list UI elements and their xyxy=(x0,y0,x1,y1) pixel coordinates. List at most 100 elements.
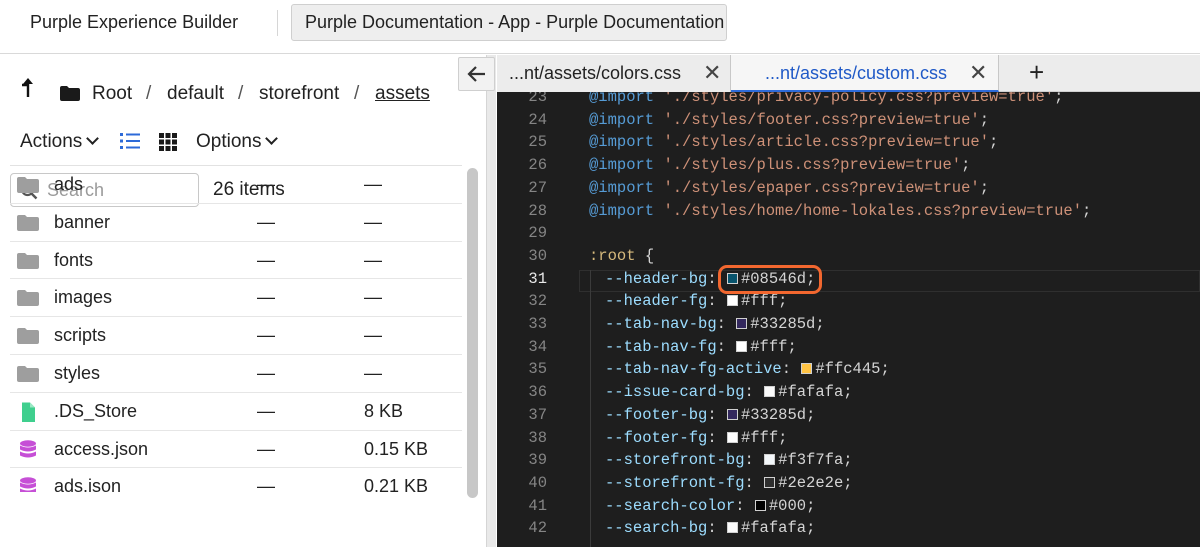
color-swatch[interactable] xyxy=(726,295,738,307)
list-item[interactable]: fonts — — xyxy=(10,242,462,280)
folder-icon xyxy=(17,252,39,269)
code-text: --footer-bg: #33285d; xyxy=(605,405,816,424)
list-item[interactable]: banner — — xyxy=(10,204,462,242)
color-swatch[interactable] xyxy=(764,454,776,466)
line-number: 40 xyxy=(528,473,547,492)
item-size: — xyxy=(364,325,382,346)
code-line: 38 --footer-fg: #fff; xyxy=(497,429,1200,452)
code-text: --search-bg: #fafafa; xyxy=(605,519,816,538)
code-line: 41 --search-color: #000; xyxy=(497,497,1200,520)
close-icon[interactable]: ✕ xyxy=(703,55,721,91)
line-number: 38 xyxy=(528,428,547,447)
annotation-highlight xyxy=(718,265,822,294)
color-swatch[interactable] xyxy=(801,363,813,375)
code-line: 32 --header-fg: #fff; xyxy=(497,292,1200,315)
list-item[interactable]: access.json — 0.15 KB xyxy=(10,431,462,469)
item-modified: — xyxy=(257,438,275,459)
chevron-down-icon xyxy=(86,132,100,145)
close-icon[interactable]: ✕ xyxy=(969,55,987,91)
file-list: ads — — banner — — fonts — — images — — scripts — — sty… xyxy=(10,165,462,492)
breadcrumb-root[interactable]: Root xyxy=(92,83,132,105)
color-swatch[interactable] xyxy=(736,340,748,352)
code-text: @import './styles/plus.css?preview=true'… xyxy=(589,156,971,175)
tab-label: ...nt/assets/custom.css xyxy=(765,63,948,83)
list-item[interactable]: ads — — xyxy=(10,166,462,204)
line-number: 23 xyxy=(528,92,547,106)
pane-splitter[interactable] xyxy=(486,55,496,547)
list-item[interactable]: images — — xyxy=(10,279,462,318)
line-number: 41 xyxy=(528,496,547,515)
item-modified: — xyxy=(257,287,275,308)
item-name: fonts xyxy=(54,249,94,270)
options-menu[interactable]: Options xyxy=(196,131,279,153)
folder-icon xyxy=(17,328,39,345)
code-line: 27 @import './styles/epaper.css?preview=t… xyxy=(497,179,1200,202)
line-number: 24 xyxy=(528,110,547,129)
color-swatch[interactable] xyxy=(754,499,766,511)
item-size: 0.21 KB xyxy=(364,476,429,492)
tab-custom-css[interactable]: ...nt/assets/custom.css ✕ xyxy=(731,55,999,92)
code-line: 34 --tab-nav-fg: #fff; xyxy=(497,338,1200,361)
breadcrumb-assets[interactable]: assets xyxy=(375,83,430,105)
code-line: 33 --tab-nav-bg: #33285d; xyxy=(497,315,1200,338)
breadcrumb-default[interactable]: default xyxy=(167,83,224,105)
top-divider xyxy=(277,10,278,36)
color-swatch[interactable] xyxy=(764,476,776,488)
code-line: 39 --storefront-bg: #f3f7fa; xyxy=(497,451,1200,474)
code-line: 37 --footer-bg: #33285d; xyxy=(497,406,1200,429)
code-text: --issue-card-bg: #fafafa; xyxy=(605,383,853,402)
line-number: 31 xyxy=(528,269,547,288)
item-name: ads.json xyxy=(54,476,122,492)
line-number: 28 xyxy=(528,201,547,220)
new-tab-button[interactable]: + xyxy=(1029,55,1044,89)
line-number: 33 xyxy=(528,315,547,333)
breadcrumb-separator: / xyxy=(238,83,244,104)
folder-icon xyxy=(17,214,39,231)
code-line: 23 @import './styles/privacy-policy.css?p… xyxy=(497,92,1200,111)
item-size: — xyxy=(364,174,382,194)
line-number: 29 xyxy=(528,224,547,243)
list-item[interactable]: ads.json — 0.21 KB xyxy=(10,468,462,492)
list-item[interactable]: scripts — — xyxy=(10,317,462,355)
code-line: 26 @import './styles/plus.css?preview=tru… xyxy=(497,156,1200,179)
color-swatch[interactable] xyxy=(726,522,738,534)
list-item[interactable]: .DS_Store — 8 KB xyxy=(10,393,462,431)
file-icon xyxy=(22,402,35,422)
color-swatch[interactable] xyxy=(726,408,738,420)
item-name: scripts xyxy=(54,325,107,346)
collapse-pane-button[interactable] xyxy=(458,57,495,91)
code-text: --storefront-fg: #2e2e2e; xyxy=(605,473,853,492)
item-modified: — xyxy=(257,249,275,270)
item-size: 8 KB xyxy=(364,400,404,421)
code-editor[interactable]: 23 @import './styles/privacy-policy.css?p… xyxy=(497,92,1200,547)
code-line: 42 --search-bg: #fafafa; xyxy=(497,519,1200,542)
up-directory-icon[interactable] xyxy=(20,76,36,98)
tab-colors-css[interactable]: ...nt/assets/colors.css ✕ xyxy=(497,55,731,92)
grid-view-icon[interactable] xyxy=(159,133,177,151)
breadcrumb-storefront[interactable]: storefront xyxy=(259,83,339,105)
color-swatch[interactable] xyxy=(736,318,748,329)
line-number: 34 xyxy=(528,337,547,356)
folder-icon xyxy=(17,177,39,193)
arrow-left-icon xyxy=(467,66,485,82)
item-size: — xyxy=(364,249,382,270)
color-swatch[interactable] xyxy=(764,386,776,398)
color-swatch[interactable] xyxy=(726,431,738,443)
code-text: @import './styles/epaper.css?preview=tru… xyxy=(589,178,990,197)
item-size: 0.15 KB xyxy=(364,438,429,459)
code-text: --tab-nav-fg: #fff; xyxy=(605,337,797,356)
item-name: ads xyxy=(54,174,84,194)
tab-label: ...nt/assets/colors.css xyxy=(509,63,682,83)
code-line: 36 --issue-card-bg: #fafafa; xyxy=(497,383,1200,406)
code-text: --tab-nav-bg: #33285d; xyxy=(605,315,825,333)
document-tab[interactable]: Purple Documentation - App - Purple Docu… xyxy=(291,4,727,41)
line-number: 36 xyxy=(528,383,547,402)
item-name: styles xyxy=(54,362,101,383)
item-size: — xyxy=(364,211,382,232)
breadcrumb-separator: / xyxy=(354,83,360,104)
list-item[interactable]: styles — — xyxy=(10,355,462,393)
actions-menu[interactable]: Actions xyxy=(20,131,100,153)
list-view-icon[interactable] xyxy=(120,132,140,150)
app-title[interactable]: Purple Experience Builder xyxy=(30,12,238,33)
scrollbar-thumb[interactable] xyxy=(467,168,478,498)
